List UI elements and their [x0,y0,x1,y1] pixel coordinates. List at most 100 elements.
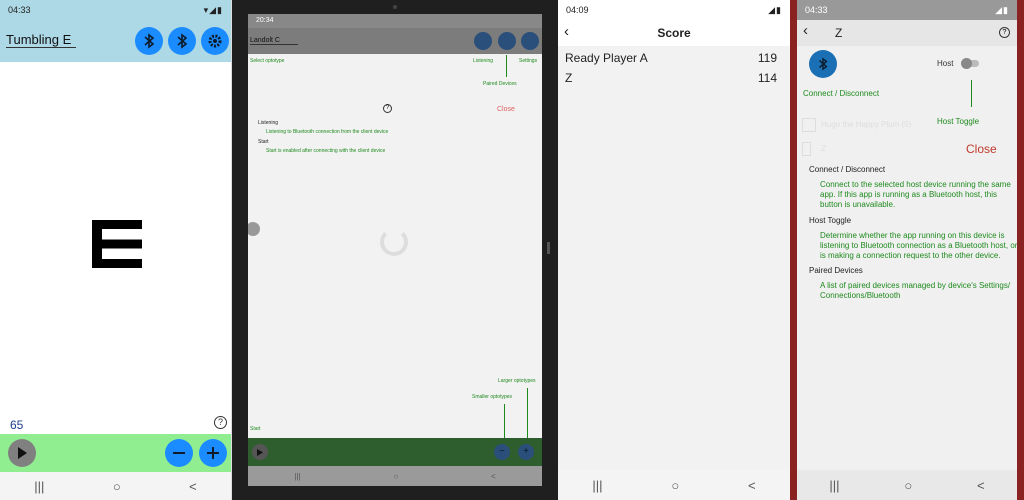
label-select-optotype: Select optotype [250,58,285,64]
title-field[interactable]: Tumbling E [6,32,76,48]
annot-connect: Connect / Disconnect [803,89,880,98]
nav-back[interactable]: < [748,478,756,493]
nav-recents[interactable]: ||| [592,478,602,493]
settings-button[interactable] [521,32,539,50]
settings-button[interactable] [201,27,229,55]
play-icon [257,448,263,456]
nav-recents[interactable]: ||| [294,472,300,481]
bluetooth-icon [819,57,828,71]
label-settings: Settings [519,58,538,64]
status-bar: 04:09 ◢▮ [558,0,790,20]
tablet-camera [393,5,397,9]
help-title-paired: Paired Devices [809,266,863,275]
back-button[interactable]: ‹ [803,22,808,39]
annot-host-toggle: Host Toggle [937,117,980,126]
page-title: Score [657,26,691,40]
bg-item-label: Z [821,144,826,153]
loading-spinner [380,228,408,256]
nav-back[interactable]: < [491,472,496,481]
page-title: Z [835,26,843,40]
edit-icon[interactable] [248,222,260,236]
status-time: 04:09 [566,5,589,15]
panel-score: 04:09 ◢▮ ‹ Score Ready Player A 119 Z 11… [558,0,790,500]
label-start: Start [250,426,261,432]
nav-home[interactable]: ○ [113,479,121,494]
help-title-listening: Listening [258,120,279,126]
player-score: 114 [757,71,777,85]
host-toggle[interactable] [961,58,979,69]
status-time: 20:34 [256,17,274,24]
play-icon [18,447,27,459]
system-nav-bar: ||| ○ < [558,470,790,500]
title-field[interactable]: Landolt C [250,37,298,45]
paired-devices-button[interactable] [498,32,516,50]
bg-item-label: Hugo the Happy Plum (5) [821,120,912,129]
tablet-side-button [547,242,550,254]
system-nav-bar: ||| ○ < [797,470,1017,500]
label-smaller-optotypes: Smaller optotypes [472,394,513,400]
arrow-larger [527,388,528,444]
header-bar [797,20,1017,46]
nav-home[interactable]: ○ [671,478,679,493]
help-icon[interactable]: ? [383,104,392,113]
bluetooth-searching-button[interactable] [168,27,196,55]
label-larger-optotypes: Larger optotypes [498,378,536,384]
status-icons: ◢▮ [995,4,1009,15]
toggle-knob [961,58,972,69]
help-desc-start: Start is enabled after connecting with t… [266,148,386,154]
start-button[interactable] [252,444,268,460]
status-time: 04:33 [8,5,31,15]
connect-button[interactable] [809,50,837,78]
play-button[interactable] [8,439,36,467]
help-desc-listening: Listening to Bluetooth connection from t… [266,129,389,135]
panel-tablet: 20:34 Landolt C Select optotype Listenin… [232,0,558,500]
help-desc-connect: Connect to the selected host device runn… [820,180,1011,209]
status-time: 04:33 [805,5,828,15]
close-link[interactable]: Close [497,106,515,113]
bluetooth-button[interactable] [135,27,163,55]
smaller-button[interactable]: − [494,444,510,460]
arrow-paired [506,55,507,77]
counter-value: 65 [10,418,24,432]
smaller-button[interactable] [165,439,193,467]
system-nav-bar: ||| ○ < [0,472,231,500]
listening-button[interactable] [474,32,492,50]
plus-icon [207,447,219,459]
player-score: 119 [757,51,777,65]
help-desc-paired: A list of paired devices managed by devi… [820,281,1011,300]
score-row[interactable]: Z 114 [565,71,777,85]
nav-home[interactable]: ○ [393,472,398,481]
help-button[interactable]: ? [214,416,227,429]
optotype-e [92,220,142,268]
label-paired-devices: Paired Devices [483,81,517,87]
nav-back[interactable]: < [977,478,985,493]
panel-tumbling-e: 04:33 ▾◢▮ Tumbling E 65 ? ||| ○ < [0,0,232,500]
arrow-host-toggle [971,80,972,107]
player-name: Z [565,71,573,85]
nav-recents[interactable]: ||| [829,478,839,493]
help-title-start: Start [258,139,269,145]
help-icon[interactable]: ? [999,27,1010,38]
help-title-host-toggle: Host Toggle [809,216,852,225]
larger-button[interactable] [199,439,227,467]
host-label: Host [937,59,954,68]
larger-button[interactable]: + [518,444,534,460]
panel-host-help: 04:33 ◢▮ ‹ Z ? Host Connect / Disconnect… [790,0,1024,500]
title-text: Tumbling E [6,32,72,47]
gear-icon [208,34,222,48]
label-listening: Listening [473,58,494,64]
score-row[interactable]: Ready Player A 119 [565,51,777,65]
status-bar: 04:33 ◢▮ [797,0,1017,20]
status-icons: ▾◢▮ [203,4,223,15]
bg-checkbox [802,118,816,132]
bg-checkbox [802,142,811,156]
help-desc-host-toggle: Determine whether the app running on thi… [820,231,1017,260]
status-bar: 04:33 ▾◢▮ [0,0,231,20]
close-link[interactable]: Close [966,142,997,156]
nav-home[interactable]: ○ [904,478,912,493]
system-nav-bar: ||| ○ < [248,466,542,486]
phone-screen: 04:33 ◢▮ ‹ Z ? Host Connect / Disconnect… [797,0,1017,500]
nav-recents[interactable]: ||| [34,479,44,494]
nav-back[interactable]: < [189,479,197,494]
player-name: Ready Player A [565,51,648,65]
